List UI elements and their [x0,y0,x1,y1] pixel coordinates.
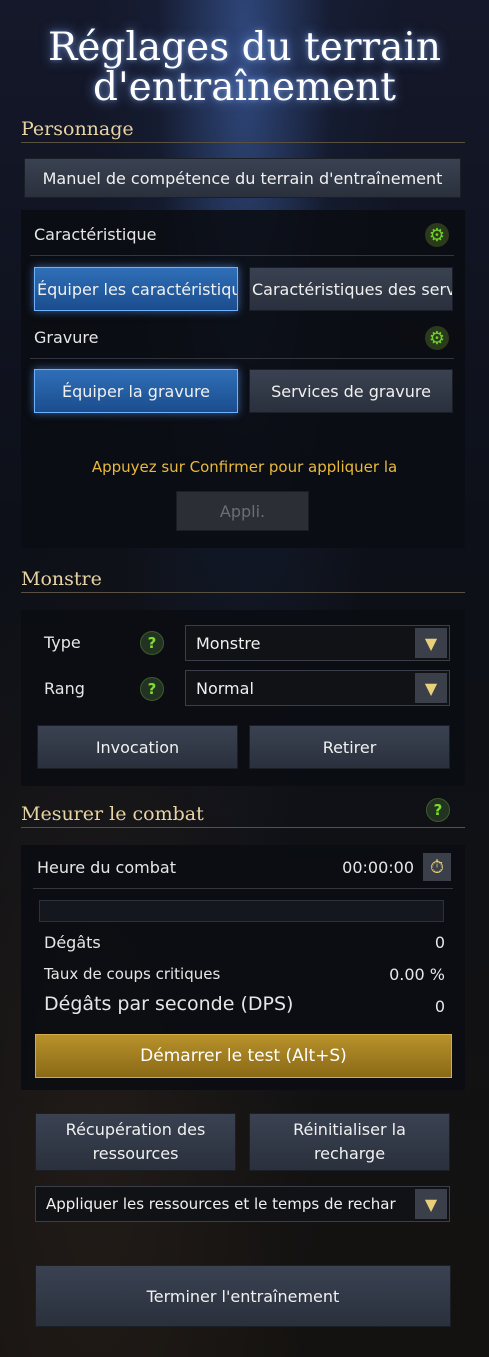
combat-time-value: 00:00:00 [342,858,414,877]
apply-button[interactable]: Appli. [176,491,309,531]
remove-button[interactable]: Retirer [249,725,450,769]
gear-icon[interactable]: ⚙ [425,326,449,350]
confirm-notice: Appuyez sur Confirmer pour appliquer la [91,458,398,476]
type-select-value: Monstre [196,633,261,653]
end-training-button[interactable]: Terminer l'entraînement [35,1265,451,1327]
summon-button[interactable]: Invocation [37,725,238,769]
page-title: Réglages du terrain d'entraînement [48,25,441,110]
type-select[interactable]: Monstre ▼ [185,625,450,661]
damage-value: 0 [434,933,445,952]
divider [30,358,454,359]
rank-select[interactable]: Normal ▼ [185,670,450,706]
apply-resources-select[interactable]: Appliquer les ressources et le temps de … [35,1186,450,1222]
divider [30,255,454,256]
characteristic-label: Caractéristique [34,225,157,244]
reset-cooldown-button[interactable]: Réinitialiser la recharge [249,1113,450,1171]
chevron-down-icon[interactable]: ▼ [415,628,447,658]
gear-icon[interactable]: ⚙ [425,223,449,247]
apply-resources-select-value: Appliquer les ressources et le temps de … [46,1195,396,1213]
section-heading-personnage: Personnage [21,118,465,143]
progress-bar [39,900,444,922]
help-icon[interactable]: ? [426,798,450,822]
help-icon[interactable]: ? [140,677,164,701]
chevron-down-icon[interactable]: ▼ [415,673,447,703]
start-test-button[interactable]: Démarrer le test (Alt+S) [35,1034,452,1078]
engraving-services-button[interactable]: Services de gravure [249,369,453,413]
rank-label: Rang [44,679,85,698]
dps-label: Dégâts par seconde (DPS) [44,993,294,1015]
equip-characteristics-button[interactable]: Équiper les caractéristiques [34,267,238,311]
characteristic-services-button[interactable]: Caractéristiques des services [249,267,453,311]
resource-recovery-button[interactable]: Récupération des ressources [35,1113,236,1171]
divider [33,888,453,889]
engraving-label: Gravure [34,328,99,347]
skill-manual-button[interactable]: Manuel de compétence du terrain d'entraî… [24,158,461,198]
rank-select-value: Normal [196,678,254,698]
crit-rate-value: 0.00 % [389,965,445,984]
section-heading-monstre: Monstre [21,568,465,593]
crit-rate-label: Taux de coups critiques [44,965,221,983]
combat-time-label: Heure du combat [37,858,176,877]
dps-value: 0 [434,997,445,1016]
stopwatch-icon[interactable]: ⏱ [423,853,451,881]
section-heading-combat: Mesurer le combat [21,803,465,828]
equip-engraving-button[interactable]: Équiper la gravure [34,369,238,413]
damage-label: Dégâts [44,933,101,952]
chevron-down-icon[interactable]: ▼ [415,1189,447,1219]
help-icon[interactable]: ? [140,631,164,655]
type-label: Type [44,633,81,652]
